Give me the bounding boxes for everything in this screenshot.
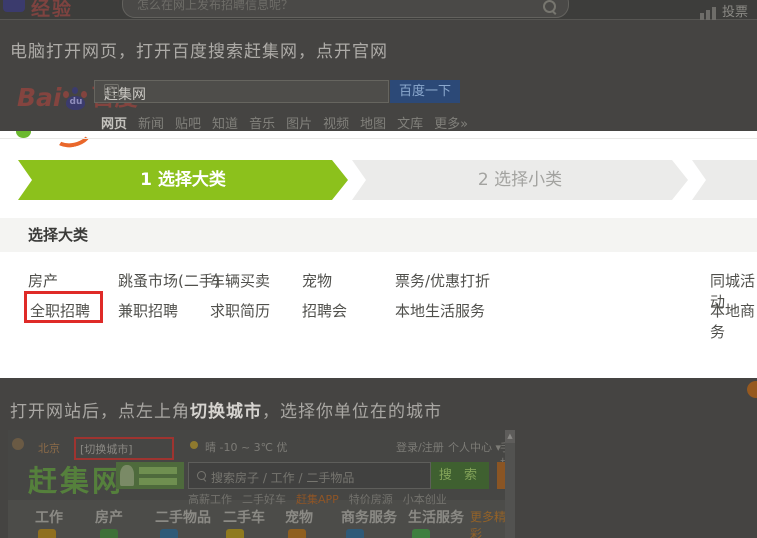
jingyan-search-value: 怎么在网上发布招聘信息呢？ [137, 0, 294, 12]
divider [0, 138, 757, 139]
search-icon [543, 0, 556, 13]
briefcase2-icon [346, 529, 364, 538]
category-select-panel: 1 选择大类 2 选择小类 选择大类 房产 跳蚤市场(二手) 车辆买卖 宠物 票… [0, 131, 757, 378]
jingyan-search-input[interactable]: 怎么在网上发布招聘信息呢？ [122, 0, 569, 18]
ganji-search-placeholder: 搜索房子 / 工作 / 二手物品 [211, 471, 355, 485]
ganji-cat-goods: 二手物品 [155, 510, 211, 526]
highlight-box-switch-city: [切换城市] [74, 437, 174, 460]
ganji-promo-banner [116, 462, 184, 489]
jingyan-header: 经验 怎么在网上发布招聘信息呢？ 投票 [0, 0, 757, 20]
jingyan-logo: 经验 [31, 0, 74, 20]
tab-zhidao[interactable]: 知道 [212, 113, 238, 132]
service-icon [412, 529, 430, 538]
category-tiaozao[interactable]: 跳蚤市场(二手) [118, 270, 220, 291]
ganji-cat-biz: 商务服务 [341, 510, 397, 526]
ganji-city: 北京 [38, 442, 60, 455]
panel-title: 选择大类 [0, 218, 757, 252]
vote-button[interactable]: 投票 [700, 1, 748, 20]
ganji-logo-fragment-orange [49, 131, 95, 151]
ganji-logo-fragment-green [16, 131, 31, 138]
category-shangwu[interactable]: 本地商务 [710, 300, 757, 342]
sun-icon [190, 441, 198, 449]
baidu-tabs: 网页 新闻 贴吧 知道 音乐 图片 视频 地图 文库 更多» [101, 113, 468, 132]
camera-icon[interactable] [104, 84, 119, 96]
ganji-quick-links: 高薪工作 二手好车 赶集APP 特价房源 小本创业 [188, 491, 447, 507]
note-bold: 切换城市 [190, 402, 262, 422]
search-icon [197, 471, 206, 480]
ganji-search-button: 搜 索 [431, 462, 489, 489]
floating-button-fragment [747, 381, 757, 398]
category-zhaopinhui[interactable]: 招聘会 [302, 300, 347, 321]
tab-news[interactable]: 新闻 [138, 113, 164, 132]
briefcase-icon [38, 529, 56, 538]
ganji-cat-job: 工作 [35, 510, 63, 526]
tab-more[interactable]: 更多» [434, 113, 468, 132]
note-pre: 打开网站后，点左上角 [10, 402, 190, 422]
link-ershou: 二手好车 [242, 493, 286, 506]
ganji-cat-life: 生活服务 [408, 510, 464, 526]
ganji-weather: 晴 -10 ~ 3℃ 优 [205, 441, 288, 454]
category-qiuzhi[interactable]: 求职简历 [210, 300, 270, 321]
baidu-logo-latin: Bai [17, 83, 62, 112]
tab-webpage[interactable]: 网页 [101, 113, 127, 132]
vote-label: 投票 [722, 5, 749, 20]
category-piaowu[interactable]: 票务/优惠打折 [395, 270, 490, 291]
vote-bars-icon [700, 7, 716, 20]
ganji-cat-house: 房产 [95, 510, 123, 526]
car-icon [226, 529, 244, 538]
baidu-paw-icon: du [62, 87, 89, 112]
paw-icon [288, 529, 306, 538]
note-post: ，选择你单位在的城市 [262, 402, 442, 422]
category-bendi[interactable]: 本地生活服务 [395, 300, 485, 321]
link-gaoxin: 高薪工作 [188, 493, 232, 506]
category-chongwu[interactable]: 宠物 [302, 270, 332, 291]
tab-music[interactable]: 音乐 [249, 113, 275, 132]
box-icon [160, 529, 178, 538]
ganji-cat-pet: 宠物 [285, 510, 313, 526]
location-pin-icon [12, 438, 24, 450]
banner-person-icon [120, 465, 134, 486]
highlight-box-fulltime-job [24, 291, 103, 323]
scroll-up-icon: ▲ [505, 430, 515, 443]
tab-tieba[interactable]: 贴吧 [175, 113, 201, 132]
category-fangchan[interactable]: 房产 [28, 270, 58, 291]
tab-map[interactable]: 地图 [360, 113, 386, 132]
wizard-step-2[interactable]: 2 选择小类 [352, 160, 688, 200]
ganji-homepage-screenshot: 北京 [切换城市] 晴 -10 ~ 3℃ 优 登录/注册 个人中心 ▾ 手机上 … [8, 430, 515, 538]
jingyan-logo-icon [3, 0, 25, 12]
ganji-logo: 赶集网 [28, 464, 125, 498]
ganji-search-input: 搜索房子 / 工作 / 二手物品 [188, 462, 431, 489]
house-icon [100, 529, 118, 538]
tab-images[interactable]: 图片 [286, 113, 312, 132]
switch-city-link: [切换城市] [80, 443, 133, 456]
link-xiaoben: 小本创业 [402, 493, 447, 506]
wizard-step-1[interactable]: 1 选择大类 [18, 160, 348, 200]
ganji-cat-car: 二手车 [223, 510, 265, 526]
instruction-text-top: 电脑打开网页，打开百度搜索赶集网，点开官网 [10, 42, 388, 62]
ganji-user-center: 个人中心 ▾ [448, 441, 502, 454]
baidu-search-input[interactable]: 赶集网 [94, 80, 389, 103]
baidu-search-button[interactable]: 百度一下 [390, 80, 460, 103]
scrollbar: ▲ [505, 430, 515, 538]
link-app: 赶集APP [296, 493, 339, 506]
ganji-login-link: 登录/注册 [396, 441, 444, 454]
wizard-step-3 [692, 160, 757, 200]
link-tejia: 特价房源 [348, 493, 393, 506]
tab-video[interactable]: 视频 [323, 113, 349, 132]
instruction-text-bottom: 打开网站后，点左上角切换城市，选择你单位在的城市 [10, 397, 442, 422]
category-cheliang[interactable]: 车辆买卖 [210, 270, 270, 291]
page-root: 经验 怎么在网上发布招聘信息呢？ 投票 电脑打开网页，打开百度搜索赶集网，点开官… [0, 0, 757, 538]
category-jianzhi[interactable]: 兼职招聘 [118, 300, 178, 321]
tab-wenku[interactable]: 文库 [397, 113, 423, 132]
